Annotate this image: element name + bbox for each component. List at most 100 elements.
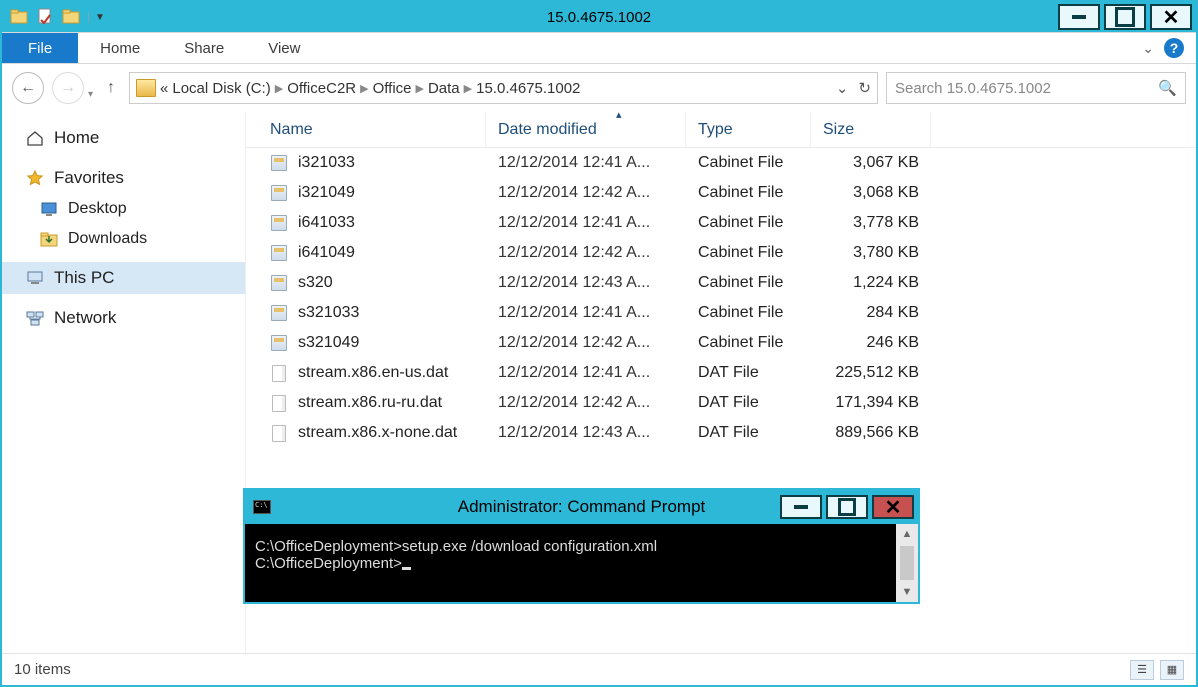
cmd-close-button[interactable]: ✕	[872, 495, 914, 519]
view-icons-button[interactable]: ▦	[1160, 660, 1184, 680]
scroll-thumb[interactable]	[900, 546, 914, 580]
tab-home[interactable]: Home	[78, 33, 162, 63]
breadcrumb-item[interactable]: 15.0.4675.1002	[476, 80, 580, 97]
chevron-right-icon[interactable]: ▶	[416, 82, 424, 95]
address-bar[interactable]: « Local Disk (C:) ▶ OfficeC2R ▶ Office ▶ Da…	[129, 72, 878, 104]
tab-view[interactable]: View	[246, 33, 322, 63]
file-size: 3,067 KB	[811, 154, 931, 172]
file-row[interactable]: i64104912/12/2014 12:42 A...Cabinet File…	[246, 238, 1196, 268]
properties-icon[interactable]	[36, 8, 54, 26]
file-name: i321049	[298, 184, 355, 202]
view-details-button[interactable]: ☰	[1130, 660, 1154, 680]
breadcrumb-prefix: «	[160, 80, 168, 97]
sidebar-item-desktop[interactable]: Desktop	[2, 194, 245, 224]
sidebar-item-home[interactable]: Home	[2, 122, 245, 154]
downloads-icon	[40, 231, 58, 247]
column-headers: ▴ Name Date modified Type Size	[246, 112, 1196, 148]
cmd-cursor	[402, 567, 411, 570]
cabinet-file-icon	[270, 274, 288, 292]
sidebar-item-downloads[interactable]: Downloads	[2, 224, 245, 254]
sidebar-item-favorites[interactable]: Favorites	[2, 162, 245, 194]
file-type: Cabinet File	[686, 184, 811, 202]
file-row[interactable]: stream.x86.x-none.dat12/12/2014 12:43 A.…	[246, 418, 1196, 448]
file-date: 12/12/2014 12:41 A...	[486, 364, 686, 382]
dat-file-icon	[270, 394, 288, 412]
back-button[interactable]: ←	[12, 72, 44, 104]
qat-dropdown-icon[interactable]: ▼	[88, 12, 105, 23]
file-name: stream.x86.ru-ru.dat	[298, 394, 442, 412]
chevron-right-icon[interactable]: ▶	[360, 82, 368, 95]
file-size: 171,394 KB	[811, 394, 931, 412]
ribbon-collapse-icon[interactable]: ⌄	[1142, 40, 1154, 57]
file-row[interactable]: stream.x86.ru-ru.dat 12/12/2014 12:42 A..…	[246, 388, 1196, 418]
breadcrumb-item[interactable]: Data	[428, 80, 460, 97]
file-row[interactable]: stream.x86.en-us.dat12/12/2014 12:41 A..…	[246, 358, 1196, 388]
column-header-name[interactable]: Name	[246, 112, 486, 147]
sidebar-label: Network	[54, 308, 116, 328]
file-type: Cabinet File	[686, 154, 811, 172]
file-size: 3,778 KB	[811, 214, 931, 232]
scroll-down-icon[interactable]: ▼	[896, 582, 918, 602]
maximize-button[interactable]	[1104, 4, 1146, 30]
file-row[interactable]: s32012/12/2014 12:43 A...Cabinet File1,2…	[246, 268, 1196, 298]
qat: ▼	[2, 8, 105, 26]
address-dropdown-icon[interactable]: ⌄	[836, 79, 849, 97]
file-name: i321033	[298, 154, 355, 172]
help-icon[interactable]: ?	[1164, 38, 1184, 58]
scroll-up-icon[interactable]: ▲	[896, 524, 918, 544]
column-header-type[interactable]: Type	[686, 112, 811, 147]
file-row[interactable]: s32104912/12/2014 12:42 A...Cabinet File…	[246, 328, 1196, 358]
window-title: 15.0.4675.1002	[547, 9, 651, 26]
column-header-date[interactable]: Date modified	[486, 112, 686, 147]
cabinet-file-icon	[270, 214, 288, 232]
chevron-right-icon[interactable]: ▶	[464, 82, 472, 95]
refresh-icon[interactable]: ↻	[858, 79, 871, 97]
navbar: ← → ▾ ↑ « Local Disk (C:) ▶ OfficeC2R ▶ Of…	[2, 64, 1196, 112]
cmd-prompt: C:\OfficeDeployment>	[255, 555, 908, 572]
file-row[interactable]: i321049 12/12/2014 12:42 A...Cabinet File…	[246, 178, 1196, 208]
file-date: 12/12/2014 12:42 A...	[486, 394, 686, 412]
tab-share[interactable]: Share	[162, 33, 246, 63]
dat-file-icon	[270, 424, 288, 442]
file-type: Cabinet File	[686, 244, 811, 262]
minimize-button[interactable]	[1058, 4, 1100, 30]
file-name: i641049	[298, 244, 355, 262]
close-button[interactable]: ✕	[1150, 4, 1192, 30]
file-date: 12/12/2014 12:42 A...	[486, 184, 686, 202]
dat-file-icon	[270, 364, 288, 382]
file-row[interactable]: i64103312/12/2014 12:41 A...Cabinet File…	[246, 208, 1196, 238]
cmd-title: Administrator: Command Prompt	[458, 497, 706, 517]
file-date: 12/12/2014 12:43 A...	[486, 424, 686, 442]
sidebar-item-thispc[interactable]: This PC	[2, 262, 245, 294]
cmd-maximize-button[interactable]	[826, 495, 868, 519]
file-size: 225,512 KB	[811, 364, 931, 382]
chevron-right-icon[interactable]: ▶	[275, 82, 283, 95]
history-dropdown-icon[interactable]: ▾	[88, 89, 93, 100]
cmd-scrollbar[interactable]: ▲ ▼	[896, 524, 918, 602]
folder-icon	[136, 79, 156, 97]
up-button[interactable]: ↑	[101, 79, 121, 97]
cmd-icon	[253, 500, 271, 514]
search-input[interactable]: Search 15.0.4675.1002 🔍	[886, 72, 1186, 104]
file-date: 12/12/2014 12:42 A...	[486, 334, 686, 352]
file-date: 12/12/2014 12:41 A...	[486, 154, 686, 172]
breadcrumb-item[interactable]: OfficeC2R	[287, 80, 356, 97]
breadcrumb-item[interactable]: Office	[373, 80, 412, 97]
file-type: DAT File	[686, 424, 811, 442]
tab-file[interactable]: File	[2, 33, 78, 63]
breadcrumb-item[interactable]: Local Disk (C:)	[172, 80, 270, 97]
file-date: 12/12/2014 12:43 A...	[486, 274, 686, 292]
sort-indicator-icon: ▴	[616, 112, 622, 121]
forward-button[interactable]: →	[52, 72, 84, 104]
file-row[interactable]: i321033 12/12/2014 12:41 A...Cabinet File…	[246, 148, 1196, 178]
column-header-size[interactable]: Size	[811, 112, 931, 147]
cmd-minimize-button[interactable]	[780, 495, 822, 519]
sidebar-label: This PC	[54, 268, 114, 288]
file-row[interactable]: s32103312/12/2014 12:41 A...Cabinet File…	[246, 298, 1196, 328]
star-icon	[26, 170, 44, 186]
sidebar-item-network[interactable]: Network	[2, 302, 245, 334]
new-folder-icon[interactable]	[62, 8, 80, 26]
home-icon	[26, 130, 44, 146]
file-type: DAT File	[686, 394, 811, 412]
cmd-body[interactable]: C:\OfficeDeployment>setup.exe /download …	[245, 524, 918, 602]
